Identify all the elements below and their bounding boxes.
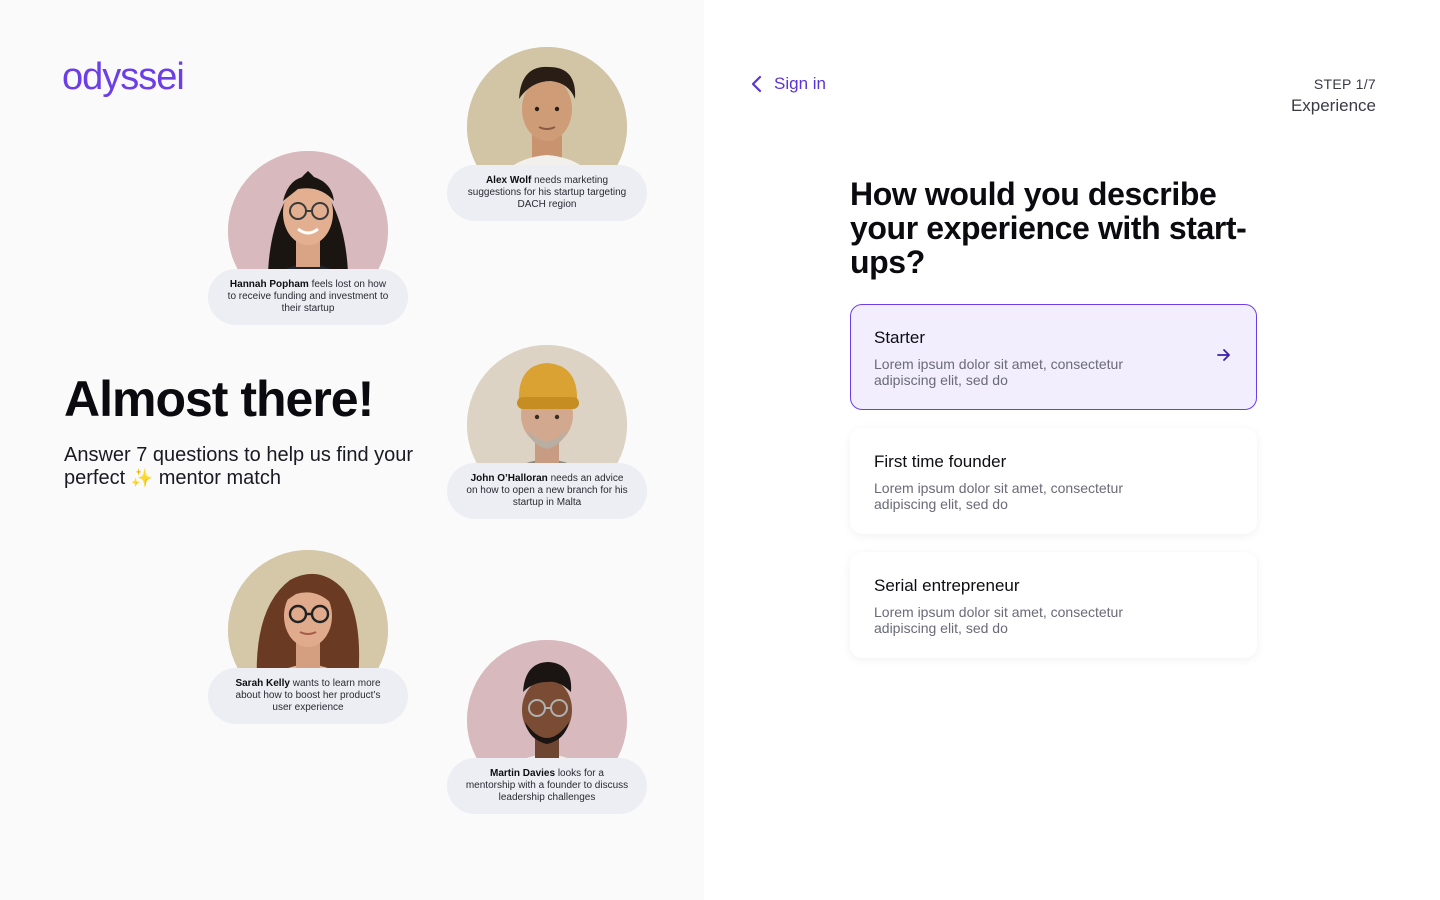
option-title: Starter bbox=[874, 328, 926, 347]
mentor-caption: Martin Davies looks for a mentorship wit… bbox=[447, 758, 647, 814]
sign-in-label: Sign in bbox=[774, 74, 826, 93]
option-starter[interactable]: Starter Lorem ipsum dolor sit amet, cons… bbox=[850, 304, 1257, 410]
mentor-caption: Alex Wolf needs marketing suggestions fo… bbox=[447, 165, 647, 221]
brand-logo[interactable]: odyssei bbox=[62, 56, 185, 99]
hero-title: Almost there! bbox=[64, 371, 374, 427]
option-description: Lorem ipsum dolor sit amet, consectetur … bbox=[874, 356, 1123, 388]
mentor-caption: Hannah Popham feels lost on how to recei… bbox=[208, 269, 408, 325]
mentor-card: Alex Wolf needs marketing suggestions fo… bbox=[447, 47, 647, 221]
sparkles-icon: ✨ bbox=[130, 468, 154, 488]
mentor-name: Sarah Kelly bbox=[235, 678, 290, 689]
left-panel: odyssei Alex Wolf needs marketing sugges… bbox=[0, 0, 704, 900]
option-title: First time founder bbox=[874, 452, 1007, 471]
step-count: STEP 1/7 bbox=[1313, 76, 1376, 92]
option-description: Lorem ipsum dolor sit amet, consectetur … bbox=[874, 480, 1123, 512]
step-name: Experience bbox=[1290, 96, 1376, 115]
mentor-name: John O’Halloran bbox=[470, 473, 548, 484]
mentor-caption: John O’Halloran needs an advice on how t… bbox=[447, 463, 647, 519]
mentor-card: Sarah Kelly wants to learn more about ho… bbox=[208, 550, 408, 724]
right-panel: Sign in STEP 1/7 Experience How would yo… bbox=[704, 0, 1440, 900]
hero-subtitle: Answer 7 questions to help us find your … bbox=[64, 444, 424, 490]
mentor-name: Martin Davies bbox=[490, 768, 556, 779]
question-title: How would you describe your experience w… bbox=[850, 176, 1247, 280]
hero-subtitle-text-end: mentor match bbox=[158, 467, 281, 489]
mentor-card: Martin Davies looks for a mentorship wit… bbox=[447, 640, 647, 814]
mentor-name: Hannah Popham bbox=[229, 279, 309, 290]
step-indicator: STEP 1/7 Experience bbox=[1291, 76, 1376, 116]
option-title: Serial entrepreneur bbox=[874, 576, 1020, 595]
mentor-card: Hannah Popham feels lost on how to recei… bbox=[208, 151, 408, 325]
option-first-time-founder[interactable]: First time founder Lorem ipsum dolor sit… bbox=[850, 428, 1257, 534]
chevron-left-icon bbox=[750, 75, 764, 93]
option-serial-entrepreneur[interactable]: Serial entrepreneur Lorem ipsum dolor si… bbox=[850, 552, 1257, 658]
sign-in-back-link[interactable]: Sign in bbox=[750, 74, 826, 94]
mentor-name: Alex Wolf bbox=[485, 175, 532, 186]
arrow-right-icon bbox=[1216, 347, 1232, 368]
option-description: Lorem ipsum dolor sit amet, consectetur … bbox=[874, 604, 1123, 636]
mentor-caption: Sarah Kelly wants to learn more about ho… bbox=[208, 668, 408, 724]
mentor-card: John O’Halloran needs an advice on how t… bbox=[447, 345, 647, 519]
